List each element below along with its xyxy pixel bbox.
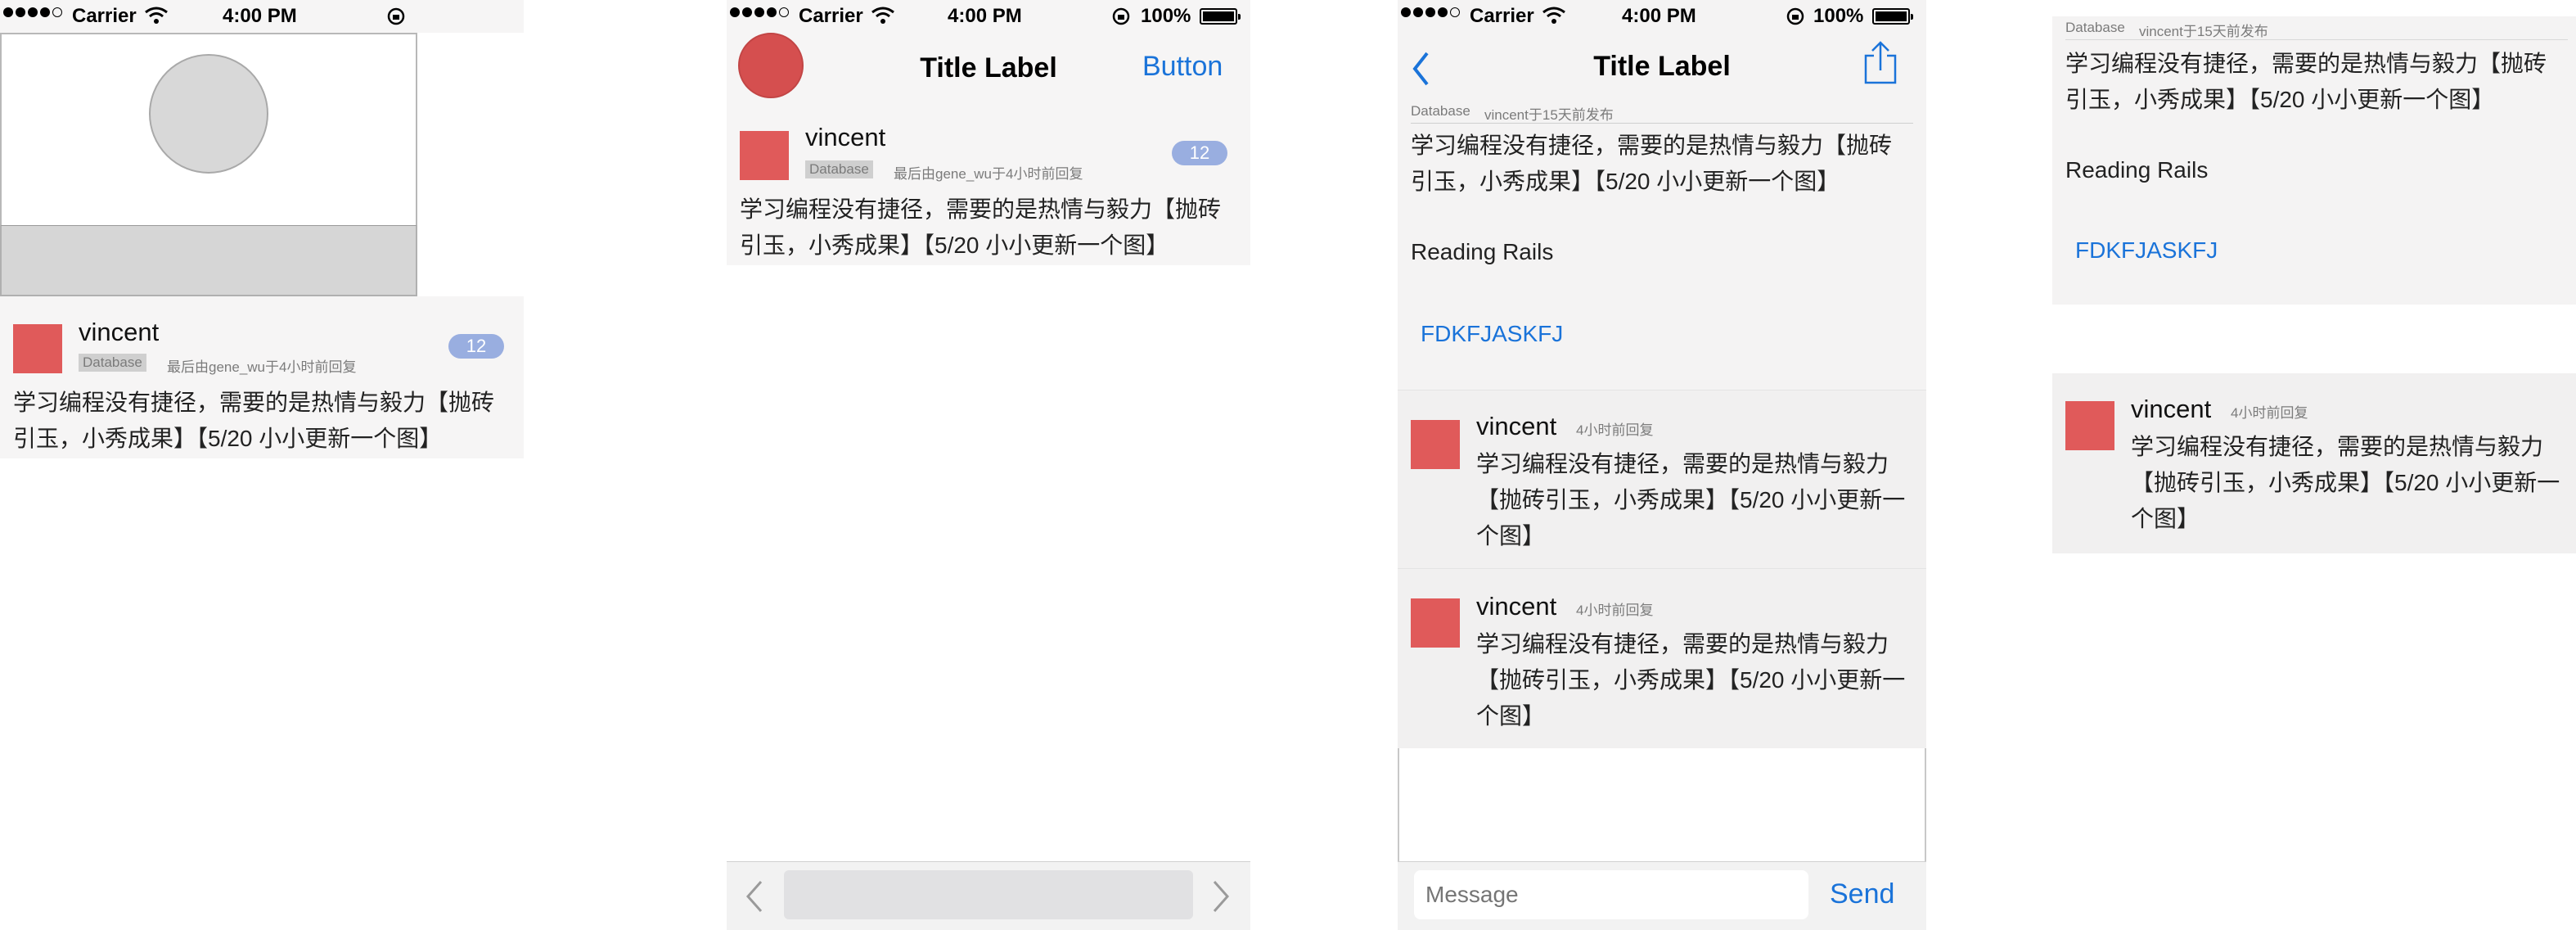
reply-meta: 最后由gene_wu于4小时前回复 <box>894 166 1083 182</box>
panel-topic-detail: Carrier 4:00 PM 100% Title Label Databas… <box>1398 0 1926 930</box>
battery-percent: 100% <box>1141 5 1191 27</box>
reply-author[interactable]: vincent <box>2131 395 2211 424</box>
header-bottom-bar <box>0 226 417 296</box>
reply-count-badge: 12 <box>448 334 504 359</box>
battery-icon <box>1872 8 1913 25</box>
topic-cell[interactable]: vincent Database 最后由gene_wu于4小时前回复 12 学习… <box>0 296 524 458</box>
signal-strength-icon <box>730 7 789 17</box>
node-tag[interactable]: Database <box>805 160 873 178</box>
rotation-lock-icon <box>1112 7 1130 25</box>
node-tag[interactable]: Database <box>1411 103 1470 120</box>
topic-title[interactable]: 学习编程没有捷径，需要的是热情与毅力【抛砖引玉，小秀成果】【5/20 小小更新一… <box>740 192 1231 264</box>
nav-title: Title Label <box>920 52 1057 84</box>
reply-text: 学习编程没有捷径，需要的是热情与毅力【抛砖引玉，小秀成果】【5/20 小小更新一… <box>1476 451 1906 549</box>
nav-avatar[interactable] <box>738 33 804 98</box>
battery-percent: 100% <box>1813 5 1864 27</box>
avatar[interactable] <box>740 131 789 180</box>
chevron-left-icon[interactable] <box>745 880 764 913</box>
back-chevron-icon[interactable] <box>1411 51 1430 87</box>
carrier-label: Carrier <box>1470 5 1534 27</box>
meta-divider <box>1411 123 1913 124</box>
avatar[interactable] <box>13 324 62 373</box>
status-bar: Carrier 4:00 PM 100% <box>727 0 1250 33</box>
reply-text: 学习编程没有捷径，需要的是热情与毅力【抛砖引玉，小秀成果】【5/20 小小更新一… <box>1476 631 1906 729</box>
wifi-icon <box>145 7 168 24</box>
share-icon[interactable] <box>1862 41 1898 85</box>
carrier-label: Carrier <box>72 5 137 27</box>
wifi-icon <box>1542 7 1565 24</box>
node-tag[interactable]: Database <box>2065 20 2125 36</box>
reply-author[interactable]: vincent <box>1476 412 1556 441</box>
node-tag[interactable]: Database <box>79 354 146 372</box>
reply-text: 学习编程没有捷径，需要的是热情与毅力【抛砖引玉，小秀成果】【5/20 小小更新一… <box>2131 434 2560 531</box>
reply-avatar[interactable] <box>1411 420 1460 469</box>
detail-cell: Database vincent于15天前发布 学习编程没有捷径，需要的是热情与… <box>2052 16 2576 305</box>
status-time: 4:00 PM <box>948 5 1022 27</box>
status-bar: Carrier 4:00 PM <box>0 0 524 33</box>
status-time: 4:00 PM <box>223 5 297 27</box>
status-bar: Carrier 4:00 PM 100% <box>1398 0 1926 33</box>
panel-topic-list: Carrier 4:00 PM 100% Title Label Button … <box>727 0 1250 930</box>
wifi-icon <box>871 7 894 24</box>
topic-title: 学习编程没有捷径，需要的是热情与毅力【抛砖引玉，小秀成果】【5/20 小小更新一… <box>1411 133 1893 194</box>
topic-body-line: Reading Rails <box>1411 239 1554 264</box>
reply-row[interactable]: vincent 4小时前回复 学习编程没有捷径，需要的是热情与毅力【抛砖引玉，小… <box>1398 568 1926 748</box>
topic-body-line: Reading Rails <box>2065 157 2209 183</box>
author-name[interactable]: vincent <box>805 123 885 152</box>
panel-topic-cell-prototype: Carrier 4:00 PM vincent Database 最后由gene… <box>0 0 524 930</box>
profile-image-circle <box>149 54 268 174</box>
bottom-toolbar <box>727 861 1250 930</box>
send-button[interactable]: Send <box>1830 878 1894 910</box>
signal-strength-icon <box>3 7 62 17</box>
nav-right-button[interactable]: Button <box>1142 51 1223 83</box>
meta-divider <box>2065 39 2568 40</box>
topic-link[interactable]: FDKFJASKFJ <box>1421 321 1563 347</box>
status-time: 4:00 PM <box>1622 5 1696 27</box>
rotation-lock-icon <box>1786 7 1804 25</box>
reply-avatar[interactable] <box>2065 401 2114 450</box>
battery-icon <box>1200 8 1241 25</box>
topic-cell[interactable]: vincent Database 最后由gene_wu于4小时前回复 12 学习… <box>727 115 1250 265</box>
reply-meta: 最后由gene_wu于4小时前回复 <box>167 359 357 375</box>
reply-row[interactable]: vincent 4小时前回复 学习编程没有捷径，需要的是热情与毅力【抛砖引玉，小… <box>1398 390 1926 568</box>
signal-strength-icon <box>1401 7 1460 17</box>
posted-meta: vincent于15天前发布 <box>1484 107 1614 123</box>
author-name[interactable]: vincent <box>79 318 159 347</box>
message-input[interactable] <box>1414 870 1808 919</box>
topic-link[interactable]: FDKFJASKFJ <box>2075 237 2218 264</box>
panel-detail-cells: Database vincent于15天前发布 学习编程没有捷径，需要的是热情与… <box>2052 0 2576 930</box>
reply-time: 4小时前回复 <box>2231 405 2308 421</box>
toolbar-address-field[interactable] <box>784 870 1193 919</box>
posted-meta: vincent于15天前发布 <box>2139 24 2268 39</box>
chevron-right-icon[interactable] <box>1211 880 1231 913</box>
reply-count-badge: 12 <box>1172 141 1227 165</box>
reply-avatar[interactable] <box>1411 598 1460 648</box>
reply-time: 4小时前回复 <box>1576 422 1654 438</box>
empty-area <box>1398 748 1926 861</box>
rotation-lock-icon <box>387 7 405 25</box>
carrier-label: Carrier <box>799 5 863 27</box>
nav-title: Title Label <box>1593 51 1731 82</box>
reply-author[interactable]: vincent <box>1476 592 1556 621</box>
topic-title: 学习编程没有捷径，需要的是热情与毅力【抛砖引玉，小秀成果】【5/20 小小更新一… <box>2065 51 2547 112</box>
reply-time: 4小时前回复 <box>1576 603 1654 618</box>
topic-title[interactable]: 学习编程没有捷径，需要的是热情与毅力【抛砖引玉，小秀成果】【5/20 小小更新一… <box>13 385 504 457</box>
reply-row[interactable]: vincent 4小时前回复 学习编程没有捷径，需要的是热情与毅力【抛砖引玉，小… <box>2052 373 2576 553</box>
message-composer: Send <box>1398 861 1926 930</box>
